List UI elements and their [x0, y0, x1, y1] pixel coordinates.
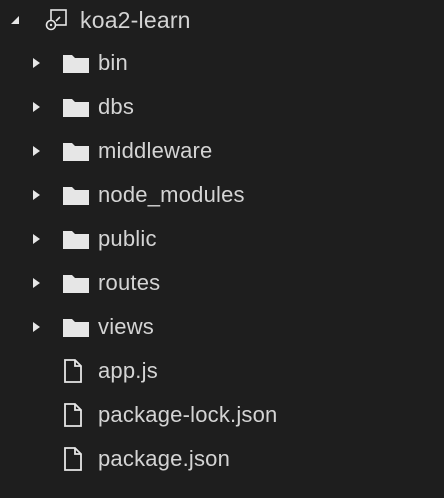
- tree-item-label: package.json: [98, 446, 231, 471]
- chevron-right-icon[interactable]: [30, 87, 56, 127]
- tree-root-koa2-learn[interactable]: koa2-learn: [0, 0, 444, 40]
- tree-folder-routes[interactable]: routes: [0, 263, 444, 303]
- folder-icon: [62, 263, 98, 303]
- folder-icon: [62, 131, 98, 171]
- tree-folder-views[interactable]: views: [0, 307, 444, 347]
- file-icon: [62, 351, 98, 391]
- file-icon: [62, 395, 98, 435]
- chevron-right-icon[interactable]: [30, 43, 56, 83]
- tree-item-label: node_modules: [98, 182, 245, 207]
- tree-folder-middleware[interactable]: middleware: [0, 131, 444, 171]
- folder-icon: [62, 175, 98, 215]
- file-explorer-tree: koa2-learn bin dbs middleware node_modul…: [0, 0, 444, 498]
- chevron-down-icon[interactable]: [8, 0, 34, 40]
- tree-item-label: package-lock.json: [98, 402, 278, 427]
- tree-folder-dbs[interactable]: dbs: [0, 87, 444, 127]
- tree-file-app-js[interactable]: app.js: [0, 351, 444, 391]
- tree-item-label: public: [98, 226, 157, 251]
- chevron-right-icon[interactable]: [30, 219, 56, 259]
- folder-icon: [62, 307, 98, 347]
- tree-item-label: middleware: [98, 138, 213, 163]
- tree-folder-node-modules[interactable]: node_modules: [0, 175, 444, 215]
- tree-item-label: dbs: [98, 94, 135, 119]
- tree-root-label: koa2-learn: [80, 6, 191, 33]
- tree-item-label: views: [98, 314, 155, 339]
- tree-item-label: bin: [98, 50, 128, 75]
- chevron-right-icon[interactable]: [30, 263, 56, 303]
- chevron-right-icon[interactable]: [30, 175, 56, 215]
- folder-icon: [62, 219, 98, 259]
- chevron-right-icon[interactable]: [30, 307, 56, 347]
- tree-file-package-lock-json[interactable]: package-lock.json: [0, 395, 444, 435]
- tree-file-package-json[interactable]: package.json: [0, 439, 444, 479]
- folder-icon: [62, 43, 98, 83]
- tree-folder-public[interactable]: public: [0, 219, 444, 259]
- folder-icon: [62, 87, 98, 127]
- chevron-right-icon[interactable]: [30, 131, 56, 171]
- tree-item-label: app.js: [98, 358, 158, 383]
- file-icon: [62, 439, 98, 479]
- repo-root-icon: [44, 0, 80, 40]
- tree-item-label: routes: [98, 270, 161, 295]
- tree-folder-bin[interactable]: bin: [0, 43, 444, 83]
